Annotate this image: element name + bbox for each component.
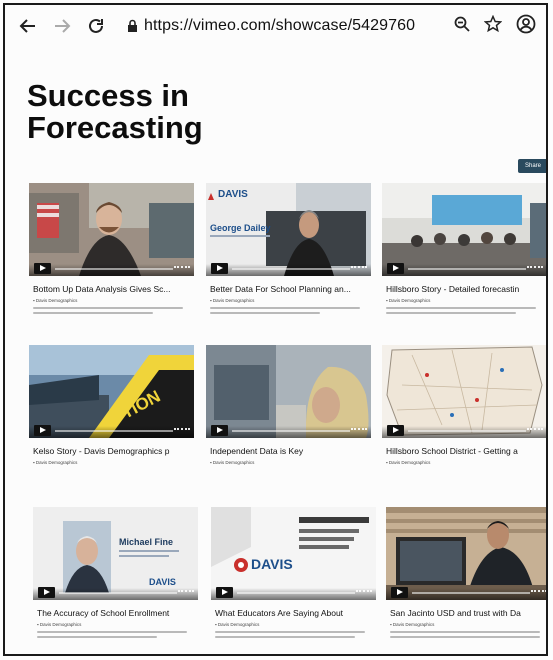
video-byline[interactable]: Davis Demographics — [37, 622, 82, 627]
video-title[interactable]: San Jacinto USD and trust with Da — [390, 608, 546, 618]
video-description — [215, 631, 373, 645]
davis-logo: DAVIS — [218, 189, 248, 200]
video-thumbnail[interactable] — [386, 507, 546, 600]
player-controls — [382, 264, 546, 276]
video-thumbnail[interactable] — [382, 183, 546, 276]
video-title[interactable]: The Accuracy of School Enrollment — [37, 608, 197, 618]
speaker-caption — [119, 550, 179, 552]
video-thumbnail[interactable]: DAVIS — [211, 507, 376, 600]
video-byline[interactable]: Davis Demographics — [386, 460, 431, 465]
video-byline[interactable]: Davis Demographics — [33, 460, 78, 465]
player-settings-icon[interactable] — [351, 428, 367, 435]
progress-bar[interactable] — [408, 430, 526, 432]
video-title[interactable]: Independent Data is Key — [210, 446, 370, 456]
thumbnail-image — [211, 507, 376, 600]
thumbnail-image — [29, 183, 194, 276]
video-byline[interactable]: Davis Demographics — [390, 622, 435, 627]
video-title[interactable]: Hillsboro Story - Detailed forecastin — [386, 284, 546, 294]
player-settings-icon[interactable] — [527, 266, 543, 273]
davis-logo: DAVIS — [149, 577, 176, 587]
player-controls — [382, 426, 546, 438]
player-settings-icon[interactable] — [174, 428, 190, 435]
video-thumbnail[interactable] — [29, 183, 194, 276]
video-description — [390, 631, 546, 645]
player-settings-icon[interactable] — [351, 266, 367, 273]
play-button[interactable] — [34, 425, 51, 436]
progress-bar[interactable] — [59, 592, 177, 594]
speaker-caption — [119, 555, 169, 557]
davis-logo: DAVIS — [251, 556, 293, 572]
video-description — [33, 307, 191, 321]
player-settings-icon[interactable] — [531, 590, 546, 597]
play-button[interactable] — [38, 587, 55, 598]
video-title[interactable]: What Educators Are Saying About — [215, 608, 375, 618]
video-thumbnail[interactable]: Michael Fine DAVIS — [33, 507, 198, 600]
player-settings-icon[interactable] — [178, 590, 194, 597]
player-settings-icon[interactable] — [174, 266, 190, 273]
video-thumbnail[interactable] — [382, 345, 546, 438]
progress-bar[interactable] — [55, 268, 173, 270]
video-title[interactable]: Kelso Story - Davis Demographics p — [33, 446, 193, 456]
progress-bar[interactable] — [232, 268, 350, 270]
video-thumbnail[interactable]: DAVIS George Dailey — [206, 183, 371, 276]
thumbnail-image — [386, 507, 546, 600]
thumbnail-image — [29, 345, 194, 438]
video-title[interactable]: Bottom Up Data Analysis Gives Sc... — [33, 284, 193, 294]
player-controls — [206, 264, 371, 276]
progress-bar[interactable] — [408, 268, 526, 270]
speaker-name: George Dailey — [210, 223, 271, 233]
play-button[interactable] — [34, 263, 51, 274]
player-controls — [206, 426, 371, 438]
play-button[interactable] — [216, 587, 233, 598]
play-button[interactable] — [387, 263, 404, 274]
video-byline[interactable]: Davis Demographics — [210, 460, 255, 465]
speaker-name: Michael Fine — [119, 537, 174, 547]
progress-bar[interactable] — [412, 592, 530, 594]
play-button[interactable] — [211, 263, 228, 274]
video-title[interactable]: Hillsboro School District - Getting a — [386, 446, 546, 456]
video-description — [37, 631, 195, 645]
play-button[interactable] — [391, 587, 408, 598]
video-byline[interactable]: Davis Demographics — [386, 298, 431, 303]
video-description — [210, 307, 368, 321]
video-title[interactable]: Better Data For School Planning an... — [210, 284, 370, 294]
player-settings-icon[interactable] — [356, 590, 372, 597]
player-controls — [211, 588, 376, 600]
thumbnail-image — [206, 345, 371, 438]
video-grid: Bottom Up Data Analysis Gives Sc... Davi… — [5, 5, 546, 654]
progress-bar[interactable] — [232, 430, 350, 432]
progress-bar[interactable] — [237, 592, 355, 594]
player-controls — [33, 588, 198, 600]
video-description — [386, 307, 544, 321]
video-byline[interactable]: Davis Demographics — [210, 298, 255, 303]
speaker-caption — [210, 235, 270, 237]
video-thumbnail[interactable] — [206, 345, 371, 438]
thumbnail-image — [382, 183, 546, 276]
video-thumbnail[interactable]: TION — [29, 345, 194, 438]
player-settings-icon[interactable] — [527, 428, 543, 435]
video-byline[interactable]: Davis Demographics — [215, 622, 260, 627]
player-controls — [29, 426, 194, 438]
browser-window: https://vimeo.com/showcase/5429760 Succe… — [3, 3, 548, 656]
thumbnail-image — [382, 345, 546, 438]
play-button[interactable] — [387, 425, 404, 436]
progress-bar[interactable] — [55, 430, 173, 432]
video-byline[interactable]: Davis Demographics — [33, 298, 78, 303]
play-button[interactable] — [211, 425, 228, 436]
player-controls — [386, 588, 546, 600]
player-controls — [29, 264, 194, 276]
